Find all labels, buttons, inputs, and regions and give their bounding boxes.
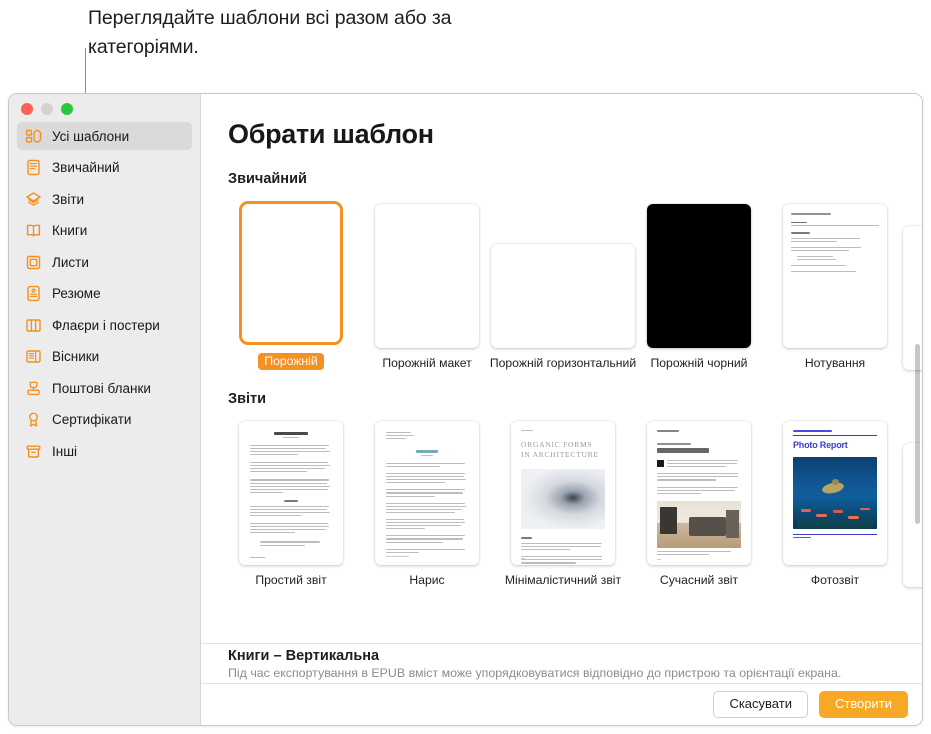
template-scroll-area[interactable]: Обрати шаблон Звичайний Порожній Порожній …	[201, 94, 922, 643]
sidebar: Усі шаблони Звичайний Звіти Книги Листи Резюм…	[9, 94, 201, 725]
template-thumbnail-wrap	[783, 200, 887, 348]
sidebar-item-4[interactable]: Листи	[17, 248, 192, 276]
vertical-scrollbar[interactable]	[915, 344, 920, 524]
template-thumbnail[interactable]	[239, 201, 343, 345]
template-thumbnail[interactable]	[647, 204, 751, 348]
template-card[interactable]: Порожній чорний	[631, 200, 767, 370]
template-name: Фотозвіт	[811, 573, 859, 587]
sidebar-item-10[interactable]: Інші	[17, 437, 192, 465]
template-name: Порожній макет	[382, 356, 471, 370]
books-section-subtext: Під час експортування в EPUB вміст може …	[228, 666, 922, 680]
certificate-icon	[25, 411, 42, 428]
template-thumbnail-wrap	[239, 417, 343, 565]
template-row: Порожній Порожній макет Порожній горизонта…	[201, 197, 922, 370]
sidebar-item-7[interactable]: Вісники	[17, 343, 192, 371]
template-thumbnail-wrap: Photo Report	[783, 417, 887, 565]
template-thumbnail-wrap: ORGANIC FORMSIN ARCHITECTURE	[511, 417, 615, 565]
zoom-button[interactable]	[61, 103, 73, 115]
sidebar-category-list: Усі шаблони Звичайний Звіти Книги Листи Резюм…	[9, 122, 200, 465]
sidebar-item-label: Книги	[52, 223, 87, 238]
template-thumbnail[interactable]	[491, 244, 635, 348]
template-thumbnail[interactable]: Photo Report	[783, 421, 887, 565]
resume-icon	[25, 285, 42, 302]
sidebar-item-label: Звичайний	[52, 160, 120, 175]
template-thumbnail-wrap	[375, 417, 479, 565]
sidebar-item-6[interactable]: Флаєри і постери	[17, 311, 192, 339]
sidebar-item-8[interactable]: Поштові бланки	[17, 374, 192, 402]
cancel-button[interactable]: Скасувати	[713, 691, 808, 718]
template-thumbnail-wrap	[647, 417, 751, 565]
template-name: Порожній горизонтальний	[490, 356, 636, 370]
sidebar-item-label: Поштові бланки	[52, 381, 151, 396]
template-row: Простий звіт Нарис ORGANIC FORMSIN ARCHITE…	[201, 417, 922, 587]
template-thumbnail[interactable]	[647, 421, 751, 565]
sidebar-item-label: Флаєри і постери	[52, 318, 160, 333]
template-thumbnail[interactable]	[375, 421, 479, 565]
template-chooser-window: Усі шаблони Звичайний Звіти Книги Листи Резюм…	[8, 93, 923, 726]
template-thumbnail[interactable]	[375, 204, 479, 348]
books-section-header: Книги – Вертикальна Під час експортуванн…	[201, 643, 922, 683]
sidebar-item-1[interactable]: Звичайний	[17, 154, 192, 182]
sidebar-item-label: Сертифікати	[52, 412, 131, 427]
template-card[interactable]: ORGANIC FORMSIN ARCHITECTURE Мінімалістич…	[495, 417, 631, 587]
template-name: Сучасний звіт	[660, 573, 738, 587]
template-card[interactable]: Порожній	[223, 197, 359, 370]
template-name: Мінімалістичний звіт	[505, 573, 621, 587]
callout-text: Переглядайте шаблони всі разом або за ка…	[88, 4, 488, 62]
minimize-button	[41, 103, 53, 115]
sidebar-item-label: Інші	[52, 444, 77, 459]
flyer-icon	[25, 317, 42, 334]
template-card[interactable]: Порожній горизонтальний	[495, 200, 631, 370]
sidebar-item-9[interactable]: Сертифікати	[17, 406, 192, 434]
template-card[interactable]: Photo Report Фотозвіт	[767, 417, 903, 587]
sidebar-item-label: Резюме	[52, 286, 101, 301]
letter-icon	[25, 254, 42, 271]
books-section-heading: Книги – Вертикальна	[228, 648, 922, 664]
template-thumbnail[interactable]	[239, 421, 343, 565]
sidebar-item-label: Усі шаблони	[52, 129, 129, 144]
sidebar-item-0[interactable]: Усі шаблони	[17, 122, 192, 150]
template-card[interactable]: Сучасний звіт	[631, 417, 767, 587]
section-heading: Звичайний	[201, 150, 922, 187]
close-button[interactable]	[21, 103, 33, 115]
letterhead-icon	[25, 380, 42, 397]
template-thumbnail-wrap	[239, 197, 343, 345]
template-card[interactable]: Простий звіт	[223, 417, 359, 587]
sidebar-item-3[interactable]: Книги	[17, 217, 192, 245]
template-card[interactable]: Порожній макет	[359, 200, 495, 370]
template-name: Нарис	[409, 573, 444, 587]
sidebar-item-5[interactable]: Резюме	[17, 280, 192, 308]
template-card[interactable]: Нарис	[359, 417, 495, 587]
sidebar-item-label: Звіти	[52, 192, 84, 207]
window-controls	[21, 103, 73, 115]
template-sections: Звичайний Порожній Порожній макет Порожній …	[201, 150, 922, 587]
sidebar-item-2[interactable]: Звіти	[17, 185, 192, 213]
page-title: Обрати шаблон	[201, 94, 922, 150]
template-thumbnail-wrap	[375, 200, 479, 348]
other-icon	[25, 443, 42, 460]
template-thumbnail[interactable]: ORGANIC FORMSIN ARCHITECTURE	[511, 421, 615, 565]
template-thumbnail-wrap	[647, 200, 751, 348]
dialog-footer: Скасувати Створити	[201, 683, 922, 725]
report-icon	[25, 191, 42, 208]
sidebar-item-label: Листи	[52, 255, 89, 270]
template-thumbnail-wrap	[491, 200, 635, 348]
template-name: Порожній	[258, 353, 323, 370]
template-thumbnail[interactable]	[783, 204, 887, 348]
template-card[interactable]: Нотування	[767, 200, 903, 370]
template-name: Нотування	[805, 356, 865, 370]
create-button[interactable]: Створити	[819, 691, 908, 718]
book-icon	[25, 222, 42, 239]
template-name: Простий звіт	[255, 573, 326, 587]
document-icon	[25, 159, 42, 176]
sidebar-item-label: Вісники	[52, 349, 99, 364]
main-content: Обрати шаблон Звичайний Порожній Порожній …	[201, 94, 922, 725]
template-name: Порожній чорний	[651, 356, 748, 370]
newsletter-icon	[25, 348, 42, 365]
section-heading: Звіти	[201, 370, 922, 407]
grid-icon	[25, 128, 42, 145]
